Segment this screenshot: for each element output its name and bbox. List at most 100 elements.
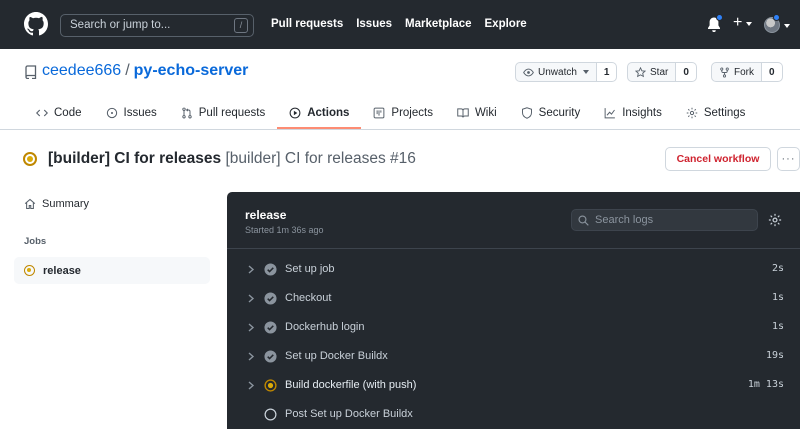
tab-security[interactable]: Security <box>509 97 593 129</box>
step-name: Dockerhub login <box>285 321 365 333</box>
log-divider <box>227 248 800 249</box>
sidebar-item-summary[interactable]: Summary <box>24 198 89 210</box>
shield-icon <box>521 107 532 119</box>
step-row[interactable]: Post Set up Docker Buildx <box>227 400 800 429</box>
forks-count[interactable]: 0 <box>762 62 783 82</box>
chevron-down-icon <box>784 24 790 28</box>
tab-label: Issues <box>123 107 157 119</box>
create-new-icon[interactable]: + <box>733 15 742 31</box>
global-nav: Pull requests Issues Marketplace Explore <box>271 18 527 30</box>
star-label: Star <box>650 66 669 78</box>
tab-label: Actions <box>307 107 350 119</box>
run-subtitle: [builder] CI for releases #16 <box>225 150 416 167</box>
step-name: Build dockerfile (with push) <box>285 379 417 391</box>
step-row[interactable]: Build dockerfile (with push) 1m 13s <box>227 371 800 400</box>
pull-request-icon <box>182 107 192 119</box>
chevron-right-icon <box>248 323 255 332</box>
job-log-panel: release Started 1m 36s ago Search logs S… <box>227 192 800 429</box>
check-circle-icon <box>264 350 277 363</box>
step-name: Set up job <box>285 263 335 275</box>
cancel-workflow-button[interactable]: Cancel workflow <box>665 147 771 171</box>
issue-icon <box>106 107 117 119</box>
global-search-input[interactable]: Search or jump to... / <box>60 14 254 37</box>
summary-label: Summary <box>42 198 90 210</box>
chevron-right-icon <box>248 294 255 303</box>
nav-marketplace[interactable]: Marketplace <box>405 18 471 30</box>
nav-explore[interactable]: Explore <box>485 18 527 30</box>
chevron-right-icon <box>248 381 255 390</box>
repo-title: ceedee666/py-echo-server <box>42 62 248 80</box>
search-icon <box>578 215 589 226</box>
tab-projects[interactable]: Projects <box>361 97 445 129</box>
chevron-right-icon <box>248 265 255 274</box>
stars-count[interactable]: 0 <box>676 62 697 82</box>
top-header: Search or jump to... / Pull requests Iss… <box>0 0 800 49</box>
tab-issues[interactable]: Issues <box>94 97 169 129</box>
tab-label: Pull requests <box>198 107 266 119</box>
nav-issues[interactable]: Issues <box>356 18 392 30</box>
check-circle-icon <box>264 263 277 276</box>
tab-label: Settings <box>703 107 746 119</box>
pending-circle-icon <box>264 408 277 421</box>
run-in-progress-icon <box>23 152 37 166</box>
step-duration: 1s <box>771 292 784 303</box>
job-label: release <box>43 264 81 277</box>
repo-separator: / <box>125 62 130 79</box>
step-duration: 2s <box>771 263 784 274</box>
step-duration: 19s <box>765 350 784 361</box>
github-logo-icon[interactable] <box>24 12 48 36</box>
step-row[interactable]: Set up job 2s <box>227 255 800 284</box>
more-options-button[interactable]: ··· <box>777 147 800 171</box>
code-icon <box>36 109 48 117</box>
fork-button[interactable]: Fork <box>711 62 762 82</box>
nav-pull-requests[interactable]: Pull requests <box>271 18 343 30</box>
step-name: Post Set up Docker Buildx <box>285 408 413 420</box>
graph-icon <box>604 108 616 119</box>
sidebar-item-job-release[interactable]: release <box>14 257 210 284</box>
fork-button-group: Fork 0 <box>711 62 783 82</box>
repo-owner-link[interactable]: ceedee666 <box>42 62 121 79</box>
search-logs-input[interactable]: Search logs <box>571 209 758 231</box>
step-row[interactable]: Checkout 1s <box>227 284 800 313</box>
star-button-group: Star 0 <box>627 62 697 82</box>
tab-code[interactable]: Code <box>24 97 94 129</box>
home-icon <box>24 198 36 210</box>
jobs-heading: Jobs <box>24 236 47 247</box>
fork-icon <box>720 67 729 77</box>
step-row[interactable]: Dockerhub login 1s <box>227 313 800 342</box>
repo-tabs: Code Issues Pull requests Actions Projec… <box>24 97 757 129</box>
job-in-progress-icon <box>24 265 35 276</box>
unwatch-button[interactable]: Unwatch <box>515 62 597 82</box>
step-name: Set up Docker Buildx <box>285 350 388 362</box>
tab-actions[interactable]: Actions <box>277 97 362 129</box>
check-circle-icon <box>264 292 277 305</box>
repo-name-link[interactable]: py-echo-server <box>134 62 249 79</box>
eye-icon <box>523 68 534 76</box>
play-icon <box>289 107 301 119</box>
search-logs-placeholder: Search logs <box>595 214 654 226</box>
gear-icon[interactable] <box>768 213 782 227</box>
star-button[interactable]: Star <box>627 62 677 82</box>
run-title: [builder] CI for releases [builder] CI f… <box>48 150 416 168</box>
tab-settings[interactable]: Settings <box>674 97 758 129</box>
star-icon <box>635 66 646 77</box>
watchers-count[interactable]: 1 <box>596 62 618 82</box>
book-icon <box>457 108 469 118</box>
search-placeholder: Search or jump to... <box>70 19 171 31</box>
watch-button-group: Unwatch 1 <box>515 62 618 82</box>
step-row[interactable]: Set up Docker Buildx 19s <box>227 342 800 371</box>
search-shortcut-key: / <box>234 18 248 33</box>
log-started-time: Started 1m 36s ago <box>245 225 324 235</box>
workflow-name: [builder] CI for releases <box>48 150 222 167</box>
notification-dot <box>716 14 723 21</box>
chevron-down-icon <box>582 70 589 74</box>
tab-pull-requests[interactable]: Pull requests <box>169 97 277 129</box>
tab-wiki[interactable]: Wiki <box>445 97 509 129</box>
tab-label: Security <box>538 107 581 119</box>
tab-label: Projects <box>391 107 433 119</box>
log-job-title: release <box>245 208 287 222</box>
step-list: Set up job 2s Checkout 1s Dockerhub logi… <box>227 255 800 429</box>
unwatch-label: Unwatch <box>538 66 577 78</box>
project-icon <box>374 107 385 119</box>
tab-insights[interactable]: Insights <box>592 97 674 129</box>
